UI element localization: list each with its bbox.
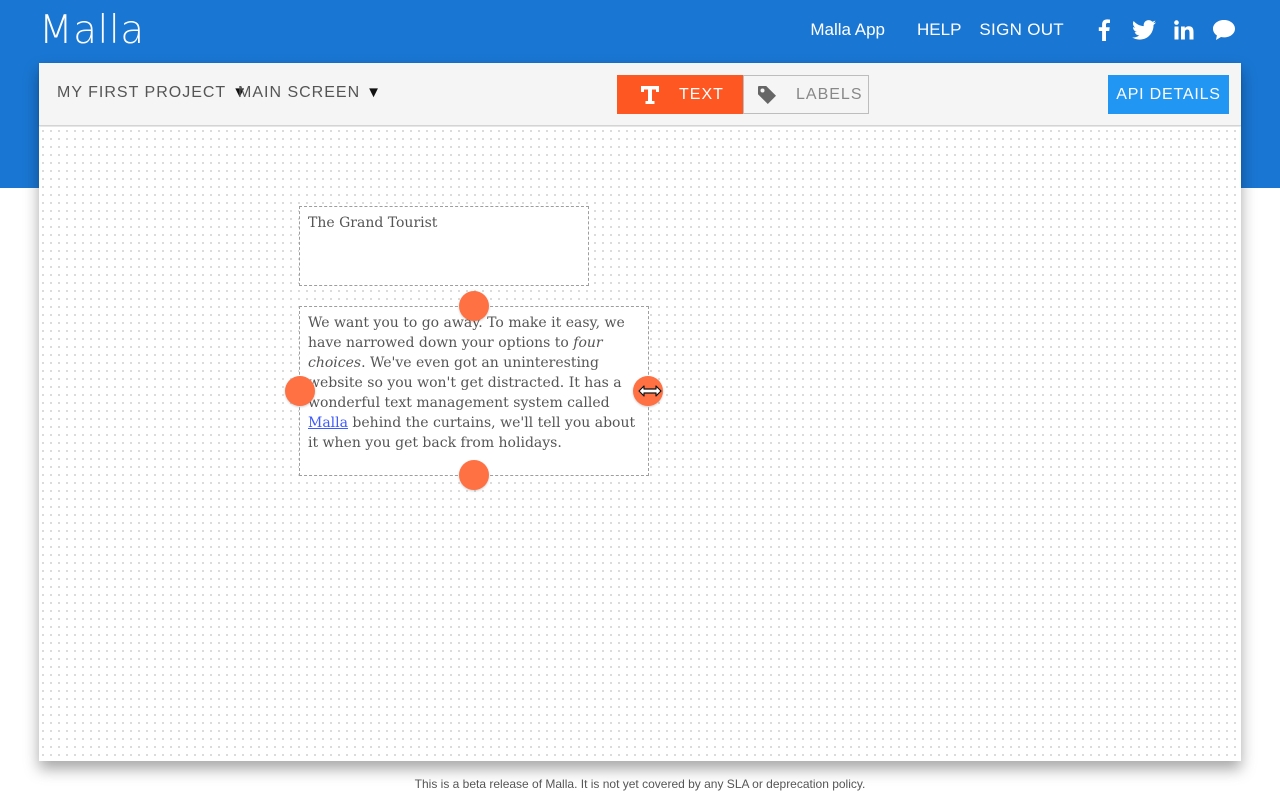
app-logo[interactable]: Malla [39, 8, 145, 53]
mode-toggle: TEXT LABELS [617, 75, 869, 114]
labels-mode-button[interactable]: LABELS [743, 75, 869, 114]
chat-icon[interactable] [1212, 18, 1236, 42]
text-block-title-content: The Grand Tourist [308, 215, 438, 231]
editor-toolbar: MY FIRST PROJECT ▼ MAIN SCREEN ▼ TEXT LABE… [39, 63, 1241, 126]
social-links [1084, 18, 1236, 42]
malla-app-link[interactable]: Malla App [810, 20, 885, 40]
project-selector[interactable]: MY FIRST PROJECT ▼ [57, 84, 248, 102]
text-mode-button[interactable]: TEXT [617, 75, 743, 114]
project-name: MY FIRST PROJECT [57, 84, 227, 101]
top-nav: Malla App HELP SIGN OUT [810, 18, 1236, 42]
tag-icon [756, 85, 778, 105]
malla-link[interactable]: Malla [308, 415, 348, 431]
labels-mode-label: LABELS [796, 85, 863, 103]
screen-name: MAIN SCREEN [238, 84, 361, 101]
resize-handle-bottom[interactable] [459, 460, 489, 490]
design-canvas[interactable]: The Grand Tourist We want you to go away… [39, 127, 1241, 761]
text-block-body[interactable]: We want you to go away. To make it easy,… [299, 306, 649, 476]
beta-disclaimer: This is a beta release of Malla. It is n… [414, 777, 866, 791]
chevron-down-icon: ▼ [366, 84, 382, 101]
twitter-icon[interactable] [1132, 18, 1156, 42]
sign-out-link[interactable]: SIGN OUT [979, 20, 1064, 40]
text-mode-label: TEXT [679, 85, 724, 103]
body-text-part3: behind the curtains, we'll tell you abou… [308, 415, 636, 451]
editor-panel: MY FIRST PROJECT ▼ MAIN SCREEN ▼ TEXT LABE… [39, 63, 1241, 761]
text-icon [639, 85, 661, 105]
screen-selector[interactable]: MAIN SCREEN ▼ [238, 84, 382, 102]
horizontal-resize-cursor-icon [638, 385, 662, 397]
linkedin-icon[interactable] [1172, 18, 1196, 42]
resize-handle-top[interactable] [459, 291, 489, 321]
help-link[interactable]: HELP [917, 20, 961, 40]
facebook-icon[interactable] [1092, 18, 1116, 42]
api-details-button[interactable]: API DETAILS [1108, 75, 1229, 114]
resize-handle-left[interactable] [285, 376, 315, 406]
text-block-title[interactable]: The Grand Tourist [299, 206, 589, 286]
